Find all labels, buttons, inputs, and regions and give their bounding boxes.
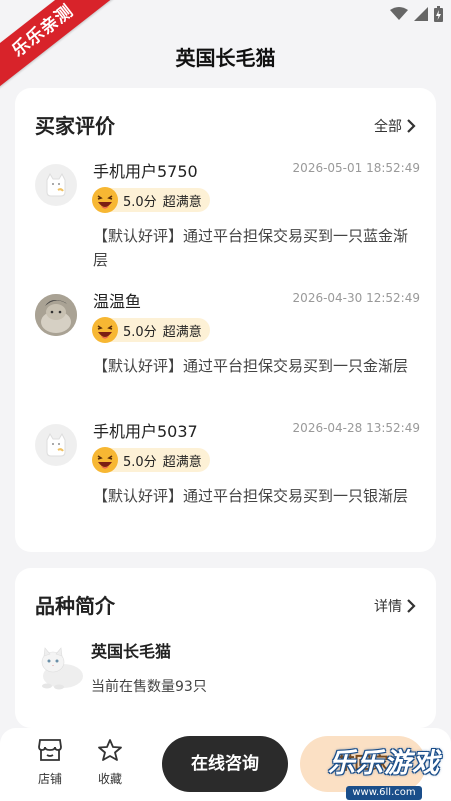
review-item: 手机用户5750 2026-05-01 18:52:49 5.0分 超满意 【默… [35,158,420,273]
store-label: 店铺 [37,772,62,786]
rating-score: 5.0分 [123,324,157,340]
review-text: 【默认好评】通过平台担保交易买到一只银渐层 [93,487,409,505]
reviewer-name: 手机用户5037 [93,422,198,441]
default-avatar-icon [46,172,66,197]
breed-name: 英国长毛猫 [91,642,172,661]
reviews-title: 买家评价 [35,114,115,138]
wifi-icon [390,7,408,20]
store-button[interactable]: 店铺 [30,738,70,787]
breed-details-label: 详情 [374,599,402,615]
review-text: 【默认好评】通过平台担保交易买到一只蓝金渐层 [93,227,409,269]
page-title: 英国长毛猫 [175,46,276,70]
review-item: 手机用户5037 2026-04-28 13:52:49 5.0分 超满意 【默… [35,418,420,533]
online-consult-button[interactable]: 在线咨询 [162,736,288,792]
avatar [35,164,77,206]
breed-header: 品种简介 详情 [35,590,416,618]
reviews-card: 买家评价 全部 手机用户5750 2026-05-01 18:52:49 5.0… [15,88,436,552]
reviewer-name: 手机用户5750 [93,162,198,181]
review-time: 2026-04-30 12:52:49 [292,291,420,305]
watermark-url: www.6ll.com [346,786,422,800]
breed-cat-image [41,647,83,690]
reviews-header: 买家评价 全部 [35,110,416,138]
laughing-face-icon [92,187,118,213]
rating-level: 超满意 [162,194,202,210]
review-time: 2026-05-01 18:52:49 [292,161,420,175]
rating-badge: 5.0分 超满意 [92,317,210,343]
rating-score: 5.0分 [123,194,157,210]
favorite-label: 收藏 [97,772,122,786]
favorite-button[interactable]: 收藏 [90,738,130,787]
battery-icon [434,6,443,22]
store-icon [38,739,62,761]
watermark-main: 乐乐游戏 [328,748,440,779]
breed-details-link[interactable]: 详情 [374,596,416,616]
review-text: 【默认好评】通过平台担保交易买到一只金渐层 [93,357,409,375]
reviewer-name: 温温鱼 [93,292,142,311]
rating-level: 超满意 [162,454,202,470]
chevron-right-icon [407,599,416,613]
breed-section-title: 品种简介 [35,594,115,618]
breed-count: 当前在售数量93只 [91,679,207,695]
review-item: 温温鱼 2026-04-30 12:52:49 5.0分 超满意 【默认好评】通… [35,288,420,403]
rating-badge: 5.0分 超满意 [92,447,210,473]
breed-card: 品种简介 详情 英国长毛猫 当前在售数量93只 [15,568,436,728]
status-icons [390,6,443,22]
star-icon [98,739,122,761]
cat-photo-avatar [35,294,77,336]
avatar [35,424,77,466]
rating-score: 5.0分 [123,454,157,470]
laughing-face-icon [92,317,118,343]
chevron-right-icon [407,119,416,133]
avatar [35,294,77,336]
review-time: 2026-04-28 13:52:49 [292,421,420,435]
site-watermark: 乐乐游戏 www.6ll.com [325,748,443,800]
rating-level: 超满意 [162,324,202,340]
rating-badge: 5.0分 超满意 [92,187,210,213]
signal-icon [414,7,428,21]
reviews-all-label: 全部 [374,119,402,135]
laughing-face-icon [92,447,118,473]
default-avatar-icon [46,432,66,457]
reviews-all-link[interactable]: 全部 [374,116,416,136]
breed-row[interactable]: 英国长毛猫 当前在售数量93只 [35,638,416,708]
